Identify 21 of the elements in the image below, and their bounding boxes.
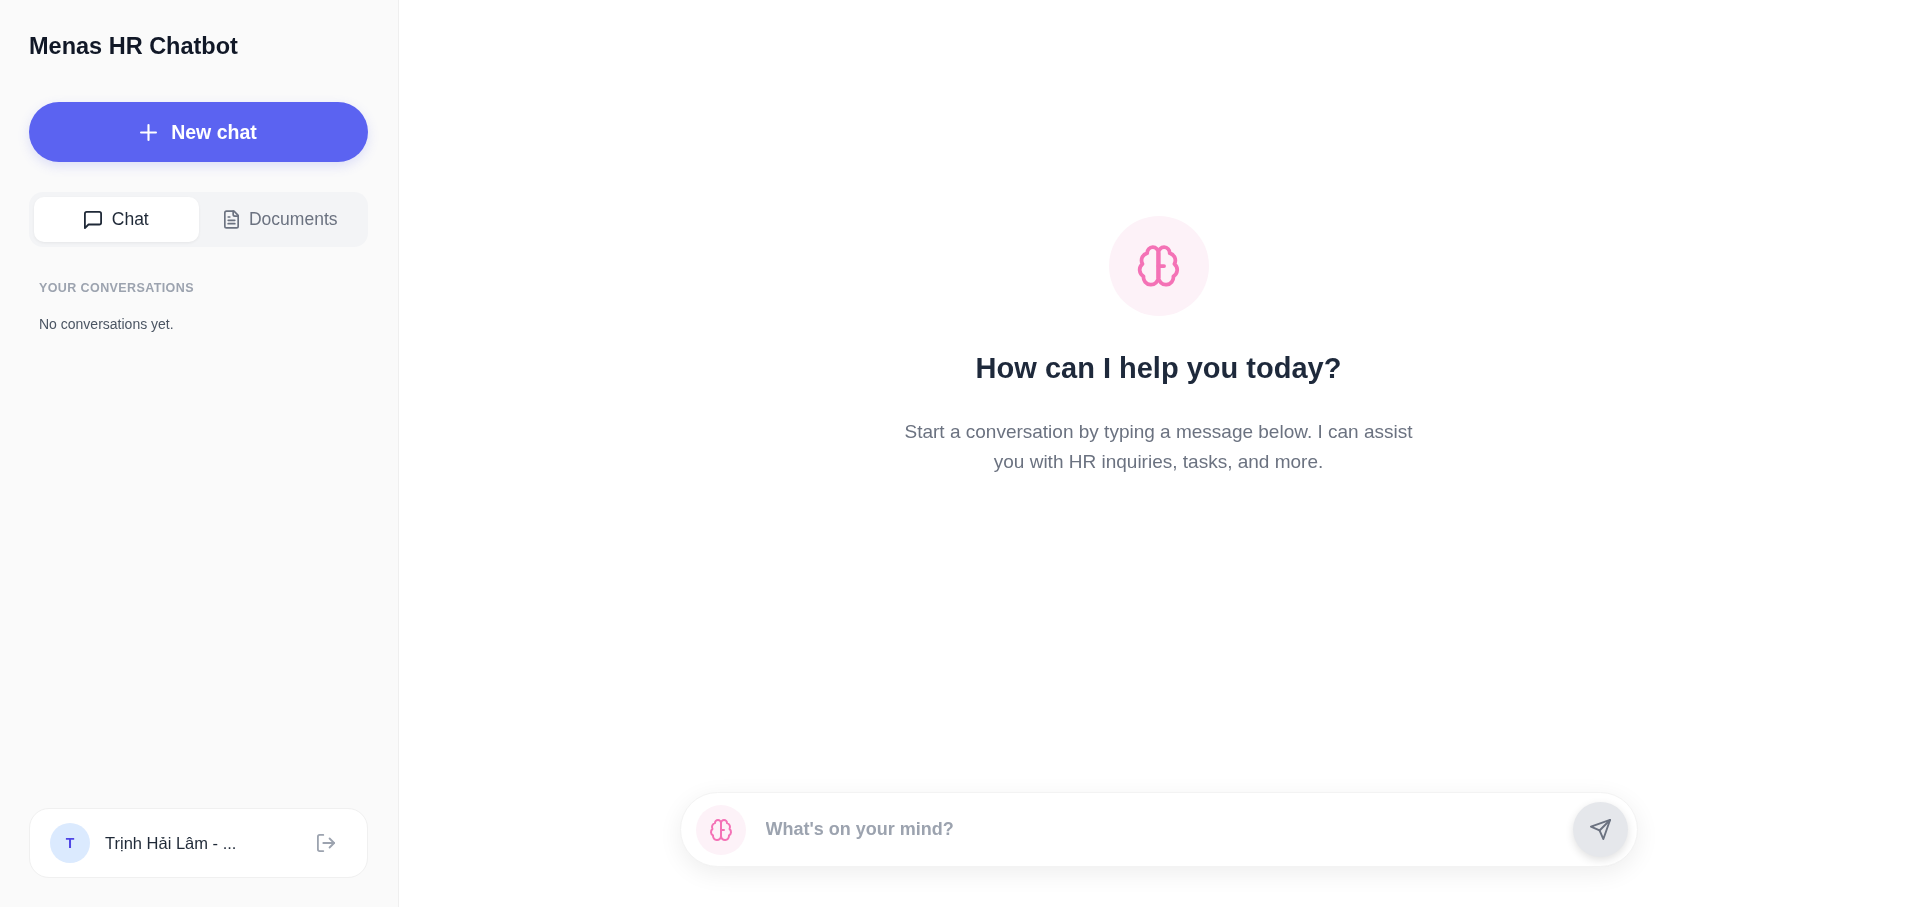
logout-button[interactable] [317, 834, 335, 852]
message-input[interactable]: What's on your mind? [765, 814, 1557, 845]
new-chat-button[interactable]: New chat [29, 102, 368, 162]
brain-icon [695, 804, 746, 855]
app-title: Menas HR Chatbot [29, 32, 239, 61]
welcome-description: Start a conversation by typing a message below. I can assist you with HR inquiries, tasks, and more. [903, 420, 1414, 474]
send-icon [1589, 819, 1611, 840]
speech-bubble-icon [83, 210, 102, 229]
user-avatar: T [50, 823, 90, 863]
sidebar-tab[interactable]: Documents [198, 197, 363, 242]
message-composer[interactable]: What's on your mind? [679, 792, 1638, 867]
plus-icon [140, 123, 158, 141]
document-icon [224, 210, 239, 229]
user-name: Trịnh Hải Lâm - ... [105, 833, 238, 853]
welcome-heading: How can I help you today? [975, 351, 1342, 386]
sidebar-tab[interactable]: Chat [34, 197, 199, 242]
send-button[interactable] [1572, 802, 1628, 857]
empty-conversations-text: No conversations yet. [38, 315, 175, 333]
section-heading: YOUR CONVERSATIONS [38, 280, 195, 297]
logout-icon [317, 834, 335, 852]
brain-icon [1108, 216, 1209, 316]
